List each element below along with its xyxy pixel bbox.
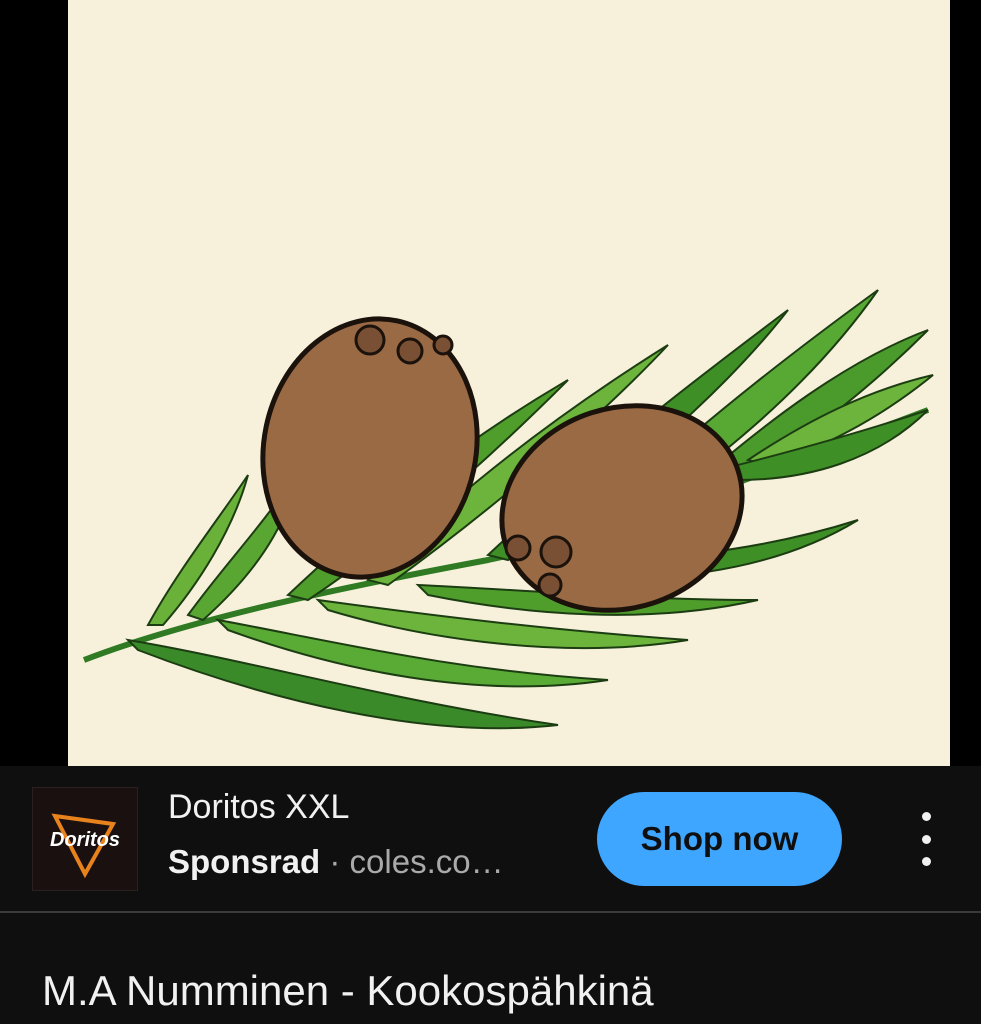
sponsored-label: Sponsrad (168, 843, 321, 880)
ad-title[interactable]: Doritos XXL (168, 787, 349, 827)
video-frame (68, 0, 950, 766)
doritos-logo-icon: Doritos (50, 813, 120, 879)
dot (921, 812, 931, 821)
ad-meta: Sponsrad · coles.co… (168, 842, 504, 882)
dot (921, 834, 931, 844)
meta-separator: · (320, 843, 350, 880)
video-title[interactable]: M.A Numminen - Kookospähkinä (42, 963, 654, 1019)
logo-text: Doritos (50, 829, 120, 851)
shop-now-button[interactable]: Shop now (597, 792, 842, 886)
coconut-left (260, 316, 480, 580)
advertiser-logo[interactable]: Doritos (32, 787, 138, 891)
dot (921, 857, 931, 866)
more-vert-icon[interactable] (906, 812, 946, 866)
divider (0, 911, 981, 913)
ad-domain[interactable]: coles.co… (350, 843, 504, 880)
coconut-illustration (82, 289, 934, 730)
video-player[interactable] (0, 0, 981, 766)
